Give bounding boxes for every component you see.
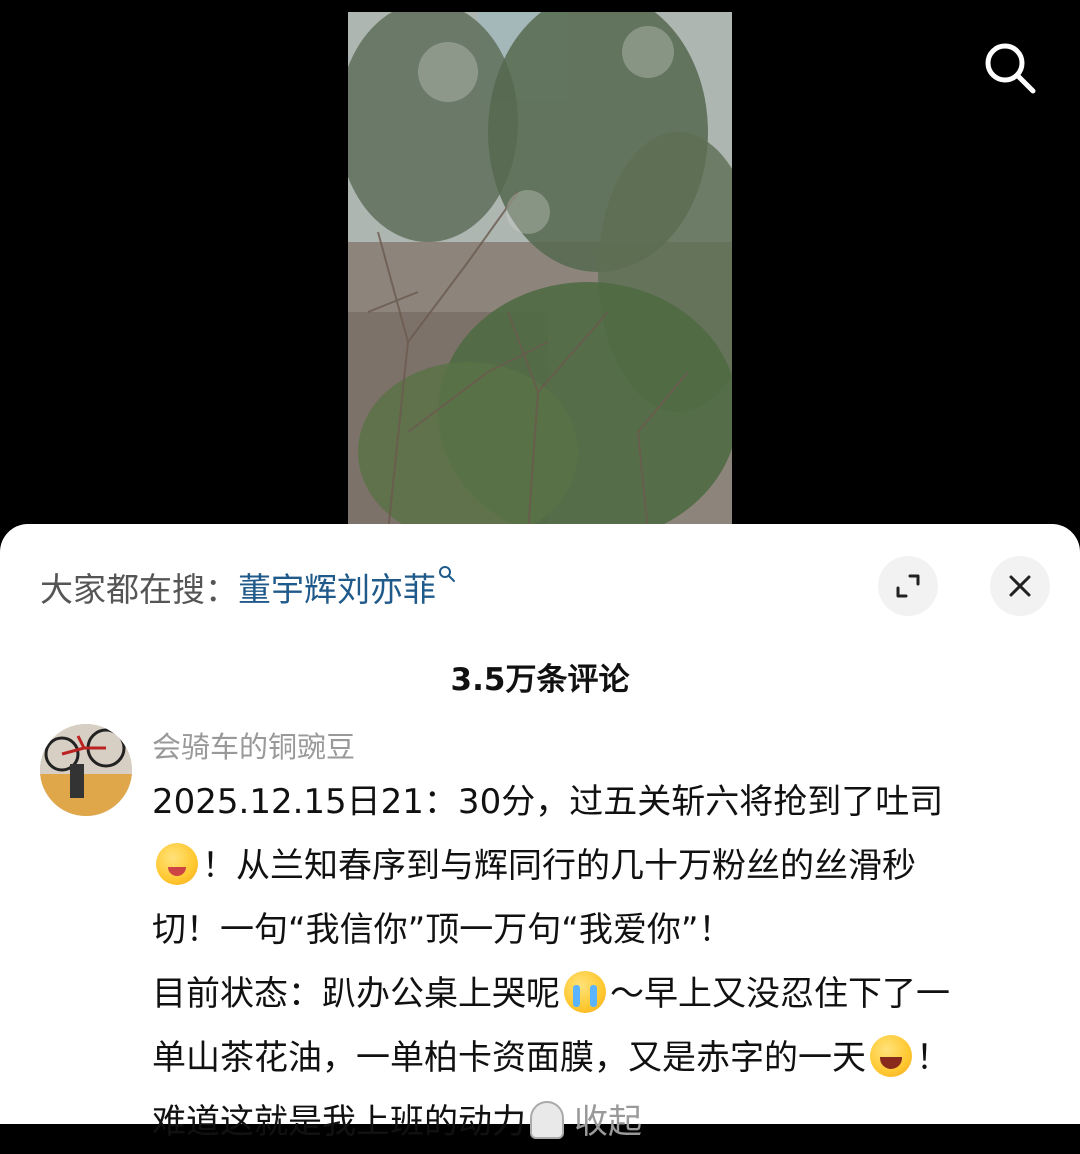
comment-line-text: 难道这就是我上班的动力 [152, 1102, 526, 1142]
expand-icon [896, 574, 920, 598]
laughing-tears-emoji [870, 1035, 912, 1077]
comment-username[interactable]: 会骑车的铜豌豆 [152, 724, 355, 766]
comment-line-text: 目前状态：趴办公桌上哭呢 [152, 974, 560, 1014]
trending-query-text: 董宇辉刘亦菲 [238, 570, 436, 609]
comment-line: 切！一句“我信你”顶一万句“我爱你”！ [152, 910, 733, 950]
comment-line: 2025.12.15日21：30分，过五关斩六将抢到了吐司 [152, 782, 944, 822]
avatar[interactable] [40, 724, 132, 816]
comment-count-title: 3.5万条评论 [450, 662, 630, 698]
expand-button[interactable] [878, 556, 938, 616]
trending-search-link[interactable]: 董宇辉刘亦菲 [238, 563, 456, 611]
collapse-link[interactable]: 收起 [574, 1102, 642, 1142]
comment-text: 2025.12.15日21：30分，过五关斩六将抢到了吐司 ！从兰知春序到与辉同… [152, 770, 1032, 1154]
video-player[interactable] [0, 0, 1080, 560]
comment-line-text: ！ [916, 1038, 950, 1078]
trending-prefix-label: 大家都在搜： [40, 570, 238, 609]
comment-line: 单山茶花油，一单柏卡资面膜，又是赤字的一天 ！ [152, 1026, 1032, 1090]
wink-laugh-emoji [156, 843, 198, 885]
comment-line-text: 单山茶花油，一单柏卡资面膜，又是赤字的一天 [152, 1038, 866, 1078]
comment-line: 难道这就是我上班的动力 收起 [152, 1090, 1032, 1154]
video-frame-trees[interactable] [348, 12, 732, 532]
ghost-emoji [530, 1101, 564, 1139]
crying-emoji [564, 971, 606, 1013]
comment-line: 目前状态：趴办公桌上哭呢 ～早上又没忍住下了一 [152, 962, 1032, 1026]
comment-sheet: 大家都在搜： 董宇辉刘亦菲 3.5万条评论 会骑车的铜豌豆 2025.12.15… [0, 524, 1080, 1142]
comment-line: ！从兰知春序到与辉同行的几十万粉丝的丝滑秒 [152, 834, 1032, 898]
trending-search-row: 大家都在搜： 董宇辉刘亦菲 [40, 562, 456, 612]
video-scene-image [348, 12, 732, 532]
comment-line-text: ！从兰知春序到与辉同行的几十万粉丝的丝滑秒 [202, 846, 916, 886]
avatar-bicycle-image [40, 724, 132, 816]
search-icon [985, 43, 1036, 94]
close-icon [1009, 575, 1031, 597]
comment-line-text: ～早上又没忍住下了一 [610, 974, 950, 1014]
close-button[interactable] [990, 556, 1050, 616]
mini-search-icon [439, 566, 455, 582]
search-button[interactable] [978, 36, 1042, 100]
